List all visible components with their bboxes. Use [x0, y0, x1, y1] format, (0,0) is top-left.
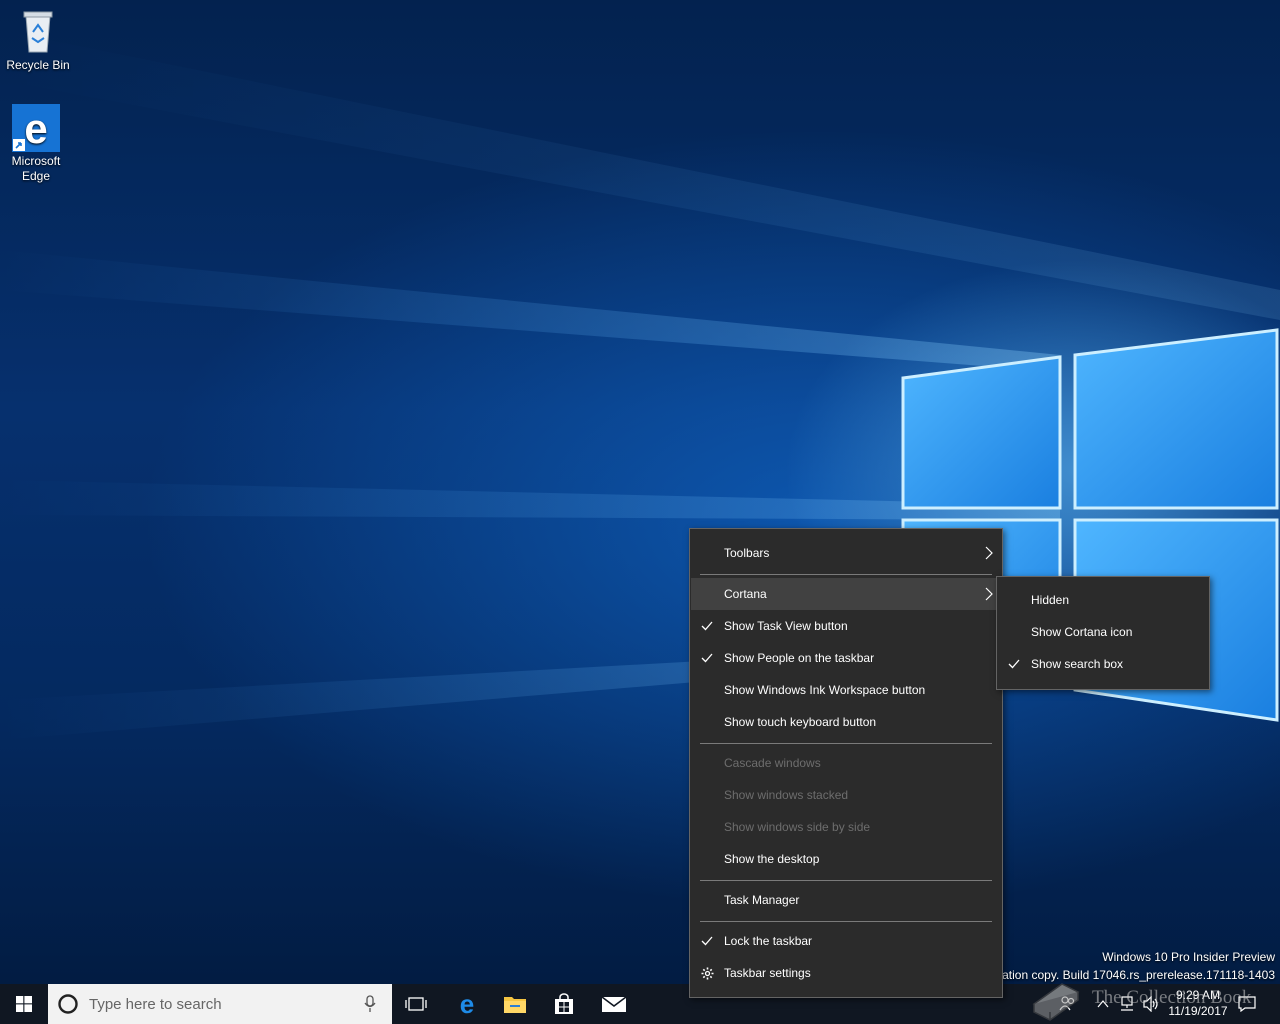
menu-item-label: Show search box	[1031, 657, 1124, 671]
menu-item-show-touch-keyboard[interactable]: Show touch keyboard button	[691, 706, 1001, 738]
menu-item-label: Show the desktop	[724, 852, 820, 866]
cortana-submenu: Hidden Show Cortana icon Show search box	[996, 576, 1210, 690]
menu-item-label: Hidden	[1031, 593, 1070, 607]
menu-item-show-ink-workspace[interactable]: Show Windows Ink Workspace button	[691, 674, 1001, 706]
menu-item-toolbars[interactable]: Toolbars	[691, 537, 1001, 569]
menu-separator	[700, 574, 992, 575]
menu-item-show-windows-side-by-side: Show windows side by side	[691, 811, 1001, 843]
build-watermark-line1: Windows 10 Pro Insider Preview	[1102, 950, 1275, 964]
menu-item-label: Toolbars	[724, 546, 770, 560]
menu-item-show-people[interactable]: Show People on the taskbar	[691, 642, 1001, 674]
menu-item-label: Task Manager	[724, 893, 800, 907]
taskbar-file-explorer-button[interactable]	[491, 984, 539, 1024]
menu-item-taskbar-settings[interactable]: Taskbar settings	[691, 957, 1001, 989]
microphone-icon[interactable]	[364, 995, 376, 1013]
submenu-item-hidden[interactable]: Hidden	[998, 584, 1208, 616]
menu-item-label: Lock the taskbar	[724, 934, 813, 948]
cortana-circle-icon	[58, 994, 78, 1014]
checkmark-icon	[1007, 648, 1021, 680]
menu-item-show-task-view-button[interactable]: Show Task View button	[691, 610, 1001, 642]
edge-label-line1: Microsoft	[11, 154, 61, 168]
collection-book-overlay: The Collection Book	[1030, 978, 1260, 1022]
taskbar-edge-button[interactable]: e	[443, 984, 491, 1024]
menu-item-label: Show People on the taskbar	[724, 651, 875, 665]
checkmark-icon	[700, 642, 714, 674]
taskbar-mail-button[interactable]	[590, 984, 638, 1024]
desktop-icon-microsoft-edge[interactable]: e Microsoft Edge	[0, 104, 74, 184]
edge-icon: e	[12, 104, 60, 152]
edge-icon: e	[460, 992, 474, 1016]
mail-icon	[601, 996, 627, 1012]
svg-text:e: e	[460, 992, 474, 1016]
menu-item-label: Show Task View button	[724, 619, 848, 633]
search-box[interactable]: Type here to search	[48, 984, 392, 1024]
menu-item-show-desktop[interactable]: Show the desktop	[691, 843, 1001, 875]
menu-item-lock-taskbar[interactable]: Lock the taskbar	[691, 925, 1001, 957]
gear-icon	[700, 957, 714, 989]
checkmark-icon	[700, 610, 714, 642]
store-bag-icon	[555, 993, 573, 1014]
menu-item-label: Cascade windows	[724, 756, 821, 770]
submenu-item-show-cortana-icon[interactable]: Show Cortana icon	[998, 616, 1208, 648]
menu-separator	[700, 921, 992, 922]
desktop-icon-recycle-bin[interactable]: Recycle Bin	[0, 6, 76, 73]
recycle-bin-icon	[13, 6, 63, 56]
menu-item-label: Taskbar settings	[724, 966, 811, 980]
chevron-right-icon	[985, 537, 993, 569]
task-view-button[interactable]	[392, 984, 440, 1024]
search-placeholder: Type here to search	[89, 995, 222, 1013]
menu-item-label: Show Windows Ink Workspace button	[724, 683, 926, 697]
folder-icon	[504, 997, 526, 1013]
menu-item-label: Show windows stacked	[724, 788, 849, 802]
desktop-wallpaper	[0, 30, 1280, 740]
menu-item-label: Cortana	[724, 587, 767, 601]
menu-item-show-windows-stacked: Show windows stacked	[691, 779, 1001, 811]
recycle-bin-label: Recycle Bin	[6, 58, 70, 72]
start-button[interactable]	[0, 984, 48, 1024]
windows-logo-icon	[16, 996, 32, 1012]
svg-text:e: e	[24, 105, 47, 152]
taskbar-store-button[interactable]	[540, 984, 588, 1024]
menu-separator	[700, 743, 992, 744]
book-logo-icon	[1032, 983, 1080, 1021]
menu-item-label: Show touch keyboard button	[724, 715, 877, 729]
collection-book-text: The Collection Book	[1092, 987, 1252, 1008]
menu-separator	[700, 880, 992, 881]
edge-label-line2: Edge	[21, 169, 51, 183]
chevron-right-icon	[985, 578, 993, 610]
menu-item-cascade-windows: Cascade windows	[691, 747, 1001, 779]
submenu-item-show-search-box[interactable]: Show search box	[998, 648, 1208, 680]
menu-item-task-manager[interactable]: Task Manager	[691, 884, 1001, 916]
taskbar-context-menu: Toolbars Cortana Show Task View button S…	[689, 528, 1003, 998]
menu-item-cortana[interactable]: Cortana	[691, 578, 1001, 610]
task-view-icon	[405, 997, 427, 1011]
menu-item-label: Show Cortana icon	[1031, 625, 1133, 639]
menu-item-label: Show windows side by side	[724, 820, 871, 834]
checkmark-icon	[700, 925, 714, 957]
